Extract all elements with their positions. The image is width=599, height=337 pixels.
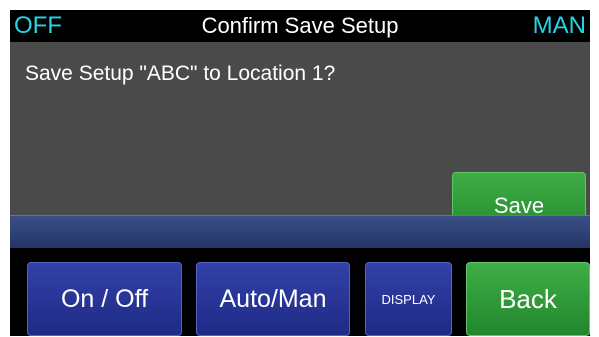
on-off-button[interactable]: On / Off [27,262,182,336]
status-bar: OFF Confirm Save Setup MAN [10,10,590,42]
screen-title: Confirm Save Setup [201,13,399,38]
display-button-label: DISPLAY [381,291,436,307]
confirm-dialog: Save Setup "ABC" to Location 1? Save [10,42,590,240]
device-screen: OFF Confirm Save Setup MAN Save Setup "A… [10,10,590,336]
back-button[interactable]: Back [466,262,590,336]
mode-status: MAN [532,12,586,39]
on-off-button-label: On / Off [60,284,149,313]
display-button[interactable]: DISPLAY [365,262,452,336]
auto-man-button-label: Auto/Man [219,284,327,313]
confirm-message: Save Setup "ABC" to Location 1? [25,62,336,85]
softkey-bar: On / Off Auto/Man DISPLAY Back [10,248,590,336]
back-button-label: Back [499,283,557,314]
divider-bar [10,215,590,249]
auto-man-button[interactable]: Auto/Man [196,262,350,336]
